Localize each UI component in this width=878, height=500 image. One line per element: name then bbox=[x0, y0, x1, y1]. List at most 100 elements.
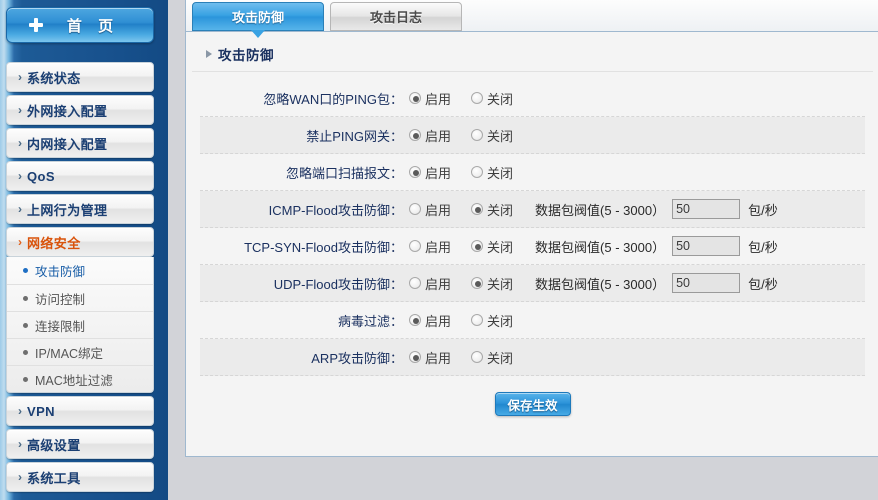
section-header: 攻击防御 bbox=[192, 32, 873, 72]
chevron-right-icon: › bbox=[18, 169, 22, 183]
radio-label: 关闭 bbox=[487, 276, 514, 292]
radio-label: 启用 bbox=[425, 313, 452, 329]
row-label: 忽略WAN口的PING包： bbox=[263, 91, 403, 107]
radio-icon[interactable] bbox=[471, 129, 484, 141]
sidebar-subitem-mac-filter[interactable]: MAC地址过滤 bbox=[7, 365, 153, 392]
sidebar-subitem-label: 访问控制 bbox=[35, 292, 86, 307]
sidebar-item-system-tools[interactable]: › 系统工具 bbox=[6, 462, 154, 492]
save-button[interactable]: 保存生效 bbox=[494, 392, 571, 416]
threshold-input[interactable] bbox=[672, 236, 741, 256]
sidebar-subnav-network-security: 攻击防御 访问控制 连接限制 IP/MAC绑定 MAC地址过滤 bbox=[6, 257, 154, 393]
radio-option-disable[interactable]: 关闭 bbox=[471, 348, 513, 367]
sidebar-item-qos[interactable]: › QoS bbox=[6, 161, 154, 191]
radio-option-disable[interactable]: 关闭 bbox=[471, 163, 513, 182]
radio-option-enable[interactable]: 启用 bbox=[409, 348, 451, 367]
radio-option-enable[interactable]: 启用 bbox=[409, 163, 451, 182]
radio-option-enable[interactable]: 启用 bbox=[409, 89, 451, 108]
sidebar-item-label: 外网接入配置 bbox=[27, 103, 108, 119]
radio-icon[interactable] bbox=[409, 314, 421, 326]
radio-icon[interactable] bbox=[409, 277, 421, 289]
sidebar-item-label: 上网行为管理 bbox=[27, 202, 108, 218]
radio-label: 关闭 bbox=[487, 202, 514, 218]
form-row-block-ping-gateway: 禁止PING网关： 启用 关闭 bbox=[200, 117, 865, 154]
radio-icon[interactable] bbox=[471, 240, 484, 252]
radio-option-enable[interactable]: 启用 bbox=[409, 126, 451, 145]
radio-icon[interactable] bbox=[409, 129, 421, 141]
sidebar-item-label: 网络安全 bbox=[27, 235, 81, 251]
radio-option-disable[interactable]: 关闭 bbox=[471, 126, 513, 145]
radio-icon[interactable] bbox=[471, 92, 484, 104]
bullet-icon bbox=[23, 295, 28, 301]
threshold-group: 数据包阀值(5 - 3000） 包/秒 bbox=[535, 273, 778, 293]
radio-option-disable[interactable]: 关闭 bbox=[471, 311, 513, 330]
bullet-icon bbox=[23, 322, 28, 328]
radio-icon[interactable] bbox=[409, 240, 421, 252]
radio-label: 启用 bbox=[425, 276, 452, 292]
threshold-unit: 包/秒 bbox=[748, 276, 778, 292]
form-row-ignore-port-scan: 忽略端口扫描报文： 启用 关闭 bbox=[200, 154, 865, 191]
save-button-container: 保存生效 bbox=[186, 376, 878, 416]
radio-label: 启用 bbox=[425, 350, 452, 366]
sidebar-item-label: VPN bbox=[27, 403, 55, 419]
sidebar-item-wan-config[interactable]: › 外网接入配置 bbox=[6, 95, 154, 125]
sidebar-subitem-ip-mac-binding[interactable]: IP/MAC绑定 bbox=[7, 338, 153, 365]
radio-icon[interactable] bbox=[471, 351, 484, 363]
sidebar-item-label: 内网接入配置 bbox=[27, 136, 108, 152]
radio-option-disable[interactable]: 关闭 bbox=[471, 200, 513, 219]
triangle-right-icon bbox=[206, 50, 212, 58]
home-button-label: 首 页 bbox=[66, 17, 120, 35]
radio-option-disable[interactable]: 关闭 bbox=[471, 237, 513, 256]
radio-icon[interactable] bbox=[409, 166, 421, 178]
radio-icon[interactable] bbox=[471, 277, 484, 289]
radio-icon[interactable] bbox=[471, 203, 484, 215]
radio-icon[interactable] bbox=[409, 351, 421, 363]
radio-option-enable[interactable]: 启用 bbox=[409, 274, 451, 293]
radio-label: 关闭 bbox=[487, 239, 514, 255]
form-row-tcp-syn-flood: TCP-SYN-Flood攻击防御： 启用 关闭 数据包阀值(5 - 3000）… bbox=[200, 228, 865, 265]
threshold-label: 数据包阀值(5 - 3000） bbox=[535, 276, 666, 292]
row-label: TCP-SYN-Flood攻击防御： bbox=[244, 239, 403, 255]
sidebar: 首 页 › 系统状态 › 外网接入配置 › 内网接入配置 › QoS › 上网行… bbox=[0, 0, 168, 500]
threshold-input[interactable] bbox=[672, 199, 741, 219]
home-button[interactable]: 首 页 bbox=[6, 7, 154, 43]
threshold-unit: 包/秒 bbox=[748, 202, 778, 218]
radio-option-enable[interactable]: 启用 bbox=[409, 311, 451, 330]
section-title: 攻击防御 bbox=[218, 48, 274, 63]
tab-label: 攻击防御 bbox=[231, 10, 284, 25]
radio-icon[interactable] bbox=[409, 92, 421, 104]
chevron-right-icon: › bbox=[18, 70, 22, 84]
radio-option-enable[interactable]: 启用 bbox=[409, 200, 451, 219]
radio-label: 关闭 bbox=[487, 313, 514, 329]
chevron-right-icon: › bbox=[18, 136, 22, 150]
sidebar-item-network-security[interactable]: › 网络安全 bbox=[6, 227, 154, 257]
radio-option-disable[interactable]: 关闭 bbox=[471, 89, 513, 108]
tab-attack-defense[interactable]: 攻击防御 bbox=[192, 2, 324, 38]
bullet-icon bbox=[23, 268, 28, 273]
radio-icon[interactable] bbox=[471, 314, 484, 326]
radio-option-disable[interactable]: 关闭 bbox=[471, 274, 513, 293]
sidebar-item-advanced-settings[interactable]: › 高级设置 bbox=[6, 429, 154, 459]
threshold-label: 数据包阀值(5 - 3000） bbox=[535, 202, 666, 218]
chevron-right-icon: › bbox=[18, 202, 22, 216]
attack-defense-form: 忽略WAN口的PING包： 启用 关闭 禁止PING网关： 启用 关闭 忽略端口… bbox=[186, 72, 878, 416]
sidebar-item-label: 高级设置 bbox=[27, 437, 81, 453]
sidebar-subitem-attack-defense[interactable]: 攻击防御 bbox=[7, 257, 153, 284]
sidebar-subitem-label: 连接限制 bbox=[35, 319, 86, 334]
radio-icon[interactable] bbox=[471, 166, 484, 178]
threshold-input[interactable] bbox=[672, 273, 741, 293]
sidebar-subitem-connection-limit[interactable]: 连接限制 bbox=[7, 311, 153, 338]
sidebar-item-lan-config[interactable]: › 内网接入配置 bbox=[6, 128, 154, 158]
radio-icon[interactable] bbox=[409, 203, 421, 215]
sidebar-item-behavior-mgmt[interactable]: › 上网行为管理 bbox=[6, 194, 154, 224]
threshold-label: 数据包阀值(5 - 3000） bbox=[535, 239, 666, 255]
sidebar-subitem-access-control[interactable]: 访问控制 bbox=[7, 284, 153, 311]
sidebar-item-system-status[interactable]: › 系统状态 bbox=[6, 62, 154, 92]
save-button-label: 保存生效 bbox=[507, 398, 558, 413]
tab-attack-log[interactable]: 攻击日志 bbox=[330, 2, 462, 31]
sidebar-item-vpn[interactable]: › VPN bbox=[6, 396, 154, 426]
sidebar-subitem-label: MAC地址过滤 bbox=[35, 373, 113, 388]
radio-label: 关闭 bbox=[487, 128, 514, 144]
sidebar-item-label: 系统状态 bbox=[27, 70, 81, 86]
chevron-right-icon: › bbox=[18, 404, 22, 418]
radio-option-enable[interactable]: 启用 bbox=[409, 237, 451, 256]
